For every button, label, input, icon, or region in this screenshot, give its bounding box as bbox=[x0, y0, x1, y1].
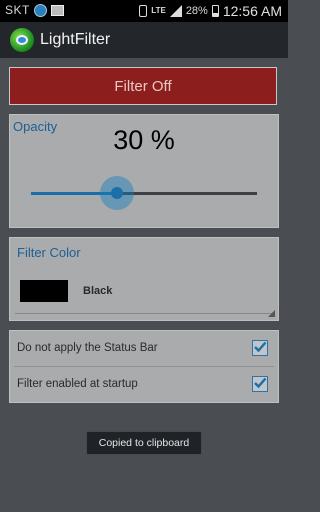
image-icon bbox=[50, 4, 64, 16]
filter-color-panel: Filter Color Black bbox=[9, 237, 279, 321]
setting-status-bar-label: Do not apply the Status Bar bbox=[17, 342, 158, 354]
vibrate-icon bbox=[139, 5, 148, 17]
color-name[interactable]: Black bbox=[83, 285, 112, 297]
color-swatch[interactable] bbox=[20, 280, 68, 302]
checkmark-icon bbox=[254, 341, 267, 353]
setting-startup-label: Filter enabled at startup bbox=[17, 378, 138, 390]
app-logo-icon[interactable] bbox=[10, 28, 34, 52]
status-bar: SKT LTE 28% 12:56 AM bbox=[0, 0, 288, 22]
network-type: LTE bbox=[151, 6, 166, 15]
checkmark-icon bbox=[254, 377, 267, 389]
globe-icon bbox=[33, 3, 47, 17]
carrier-label: SKT bbox=[5, 3, 30, 17]
filter-toggle-button[interactable]: Filter Off bbox=[9, 67, 277, 105]
setting-startup-row[interactable]: Filter enabled at startup bbox=[10, 367, 278, 403]
clock: 12:56 AM bbox=[222, 3, 282, 19]
opacity-slider-thumb[interactable] bbox=[110, 187, 123, 199]
status-bar-right: LTE 28% 12:56 AM bbox=[139, 3, 282, 19]
setting-startup-checkbox[interactable] bbox=[252, 376, 268, 392]
spinner-dropdown-icon[interactable] bbox=[268, 310, 275, 317]
opacity-panel: Opacity 30 % bbox=[9, 114, 279, 228]
action-bar: LightFilter bbox=[0, 22, 288, 58]
app-title: LightFilter bbox=[40, 31, 111, 48]
battery-percent: 28% bbox=[185, 5, 208, 17]
opacity-slider-track[interactable] bbox=[31, 192, 257, 195]
setting-status-bar-checkbox[interactable] bbox=[252, 340, 268, 356]
settings-panel: Do not apply the Status Bar Filter enabl… bbox=[9, 330, 279, 403]
setting-status-bar-row[interactable]: Do not apply the Status Bar bbox=[10, 331, 278, 367]
filter-color-label: Filter Color bbox=[17, 245, 81, 260]
status-bar-left: SKT bbox=[5, 3, 64, 17]
signal-icon bbox=[169, 5, 182, 17]
opacity-value: 30 % bbox=[113, 125, 175, 155]
toast-message: Copied to clipboard bbox=[86, 431, 202, 455]
battery-icon bbox=[211, 5, 219, 17]
spinner-underline bbox=[15, 313, 273, 314]
